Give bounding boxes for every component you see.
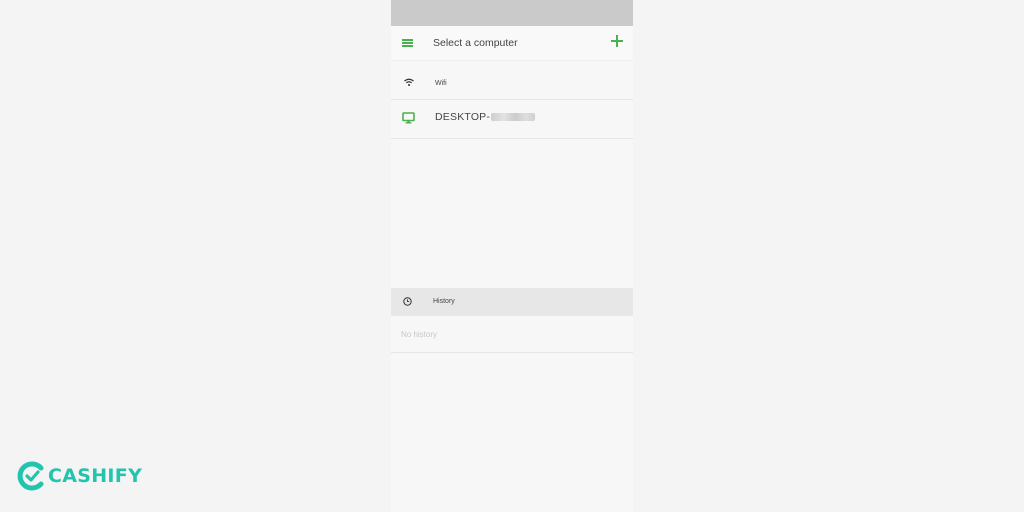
history-label: History xyxy=(433,298,455,305)
wifi-icon xyxy=(404,78,414,86)
history-empty-text: No history xyxy=(401,330,438,339)
cashify-logo-icon xyxy=(17,461,44,491)
page-title: Select a computer xyxy=(433,37,518,49)
redacted-name xyxy=(491,113,536,122)
clock-icon xyxy=(403,297,412,306)
cashify-logo: CASHIFY xyxy=(17,461,142,491)
monitor-icon xyxy=(402,112,415,124)
computer-name: DESKTOP- xyxy=(435,111,536,123)
network-section-header: Wifi xyxy=(391,61,633,100)
app-bar: Select a computer xyxy=(391,26,633,61)
cashify-logo-text: CASHIFY xyxy=(48,465,143,487)
add-icon[interactable] xyxy=(611,35,623,47)
network-label: Wifi xyxy=(435,80,447,87)
history-empty-state: No history xyxy=(391,316,633,353)
phone-screen: Select a computer Wifi DESKTOP- History … xyxy=(391,0,633,512)
menu-icon[interactable] xyxy=(402,39,413,47)
history-section-header: History xyxy=(391,288,633,316)
screenshot-canvas: Select a computer Wifi DESKTOP- History … xyxy=(0,0,1024,512)
list-item-computer[interactable]: DESKTOP- xyxy=(391,100,633,139)
status-bar xyxy=(391,0,633,26)
